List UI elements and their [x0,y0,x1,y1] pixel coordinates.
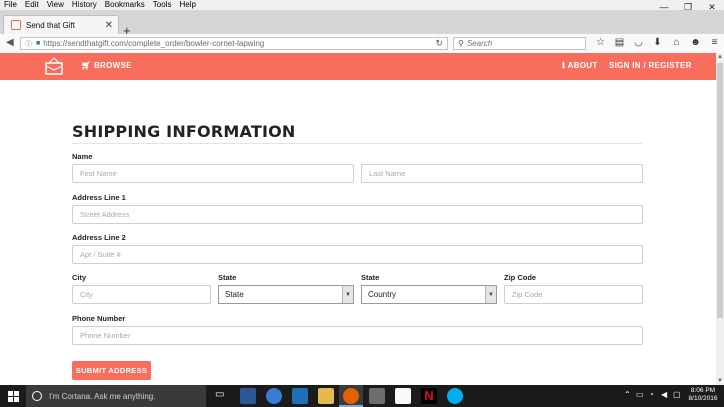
menu-bookmarks[interactable]: Bookmarks [101,0,149,10]
tab-title: Send that Gift [26,20,75,30]
site-favicon-icon [11,20,21,30]
menu-view[interactable]: View [43,0,68,10]
tab-strip: Send that Gift ✕ + [0,10,724,38]
word-app-icon[interactable] [240,388,256,404]
page-scrollbar[interactable]: ▲ ▼ [716,53,724,385]
lock-icon: ■ [36,40,41,47]
tab-send-that-gift[interactable]: Send that Gift ✕ [3,15,119,34]
volume-icon[interactable]: ◀ [661,390,667,399]
about-link[interactable]: ℹ ABOUT [562,61,598,70]
windows-logo-icon [7,390,19,402]
menu-tools[interactable]: Tools [149,0,176,10]
scrollbar-thumb[interactable] [717,63,723,318]
gift-logo-icon[interactable] [44,57,64,75]
state-select[interactable]: State ▼ [218,285,354,304]
address-line-1-input[interactable] [72,205,643,224]
clock-date: 8/10/2016 [688,395,718,402]
signin-register-link[interactable]: SIGN IN / REGISTER [609,61,692,70]
last-name-input[interactable] [361,164,643,183]
taskbar-clock[interactable]: 8:06 PM 8/10/2016 [688,387,718,403]
about-label: ABOUT [567,61,598,70]
state-label: State [218,273,237,282]
browse-link[interactable]: 🛒︎ BROWSE [81,61,132,70]
wifi-icon[interactable]: ◔ [649,390,654,399]
phone-number-input[interactable] [72,326,643,345]
scroll-down-arrow-icon[interactable]: ▼ [716,378,724,384]
address-line-2-input[interactable] [72,245,643,264]
notifications-icon[interactable]: ▢ [673,390,681,399]
chevron-down-icon[interactable]: ▼ [342,286,353,303]
browser-search-bar[interactable]: ⚲ [453,37,586,50]
file-explorer-icon[interactable] [318,388,334,404]
mail-app-icon[interactable] [395,388,411,404]
app-icon[interactable] [266,388,282,404]
address-line-1-label: Address Line 1 [72,193,126,202]
windows-taskbar: I'm Cortana. Ask me anything. ▭ N ⌃ ▭ ◔ … [0,385,724,407]
url-text[interactable]: https://sendthatgift.com/complete_order/… [43,39,435,48]
address-line-2-label: Address Line 2 [72,233,126,242]
scroll-up-arrow-icon[interactable]: ▲ [716,54,724,60]
cart-icon: 🛒︎ [81,61,94,70]
submit-address-button[interactable]: SUBMIT ADDRESS [72,361,151,380]
outlook-app-icon[interactable] [292,388,308,404]
name-label: Name [72,152,93,161]
task-view-icon[interactable]: ▭ [215,389,224,400]
site-info-icon[interactable]: ⓘ [25,39,32,49]
menu-file[interactable]: File [0,0,21,10]
site-header: 🛒︎ BROWSE ℹ ABOUT SIGN IN / REGISTER [0,53,716,80]
home-icon[interactable]: ⌂ [667,37,686,49]
reload-icon[interactable]: ↻ [435,38,443,49]
back-arrow-icon[interactable]: ◀ [6,37,14,49]
clock-time: 8:06 PM [690,387,716,394]
tab-close-icon[interactable]: ✕ [105,20,113,31]
country-label: State [361,273,380,282]
country-select[interactable]: Country ▼ [361,285,497,304]
browser-search-input[interactable] [466,39,567,48]
downloads-icon[interactable]: ⬇ [648,37,667,49]
zip-code-input[interactable] [504,285,643,304]
heading-divider [72,143,642,144]
tray-device-icon[interactable]: ▭ [636,390,644,399]
hamburger-menu-icon[interactable]: ≡ [705,37,724,49]
media-app-icon[interactable] [369,388,385,404]
chevron-down-icon[interactable]: ▼ [485,286,496,303]
phone-number-label: Phone Number [72,314,126,323]
firefox-icon[interactable] [343,388,359,404]
first-name-input[interactable] [72,164,354,183]
search-icon: ⚲ [458,39,464,48]
menu-help[interactable]: Help [175,0,199,10]
tray-overflow-icon[interactable]: ⌃ [624,390,631,399]
state-select-value: State [225,290,244,299]
url-bar[interactable]: ⓘ ■ https://sendthatgift.com/complete_or… [20,37,448,50]
netflix-app-icon[interactable]: N [421,388,437,404]
city-input[interactable] [72,285,211,304]
page-title: SHIPPING INFORMATION [72,122,296,141]
account-icon[interactable]: ☻ [686,37,705,49]
navigation-toolbar: ◀ ⓘ ■ https://sendthatgift.com/complete_… [0,34,724,54]
cortana-search-box[interactable]: I'm Cortana. Ask me anything. [26,385,206,407]
browser-menu-bar: File Edit View History Bookmarks Tools H… [0,0,724,10]
menu-edit[interactable]: Edit [21,0,43,10]
cortana-icon [32,391,42,401]
zip-code-label: Zip Code [504,273,537,282]
reading-list-icon[interactable]: ▤ [610,37,629,49]
start-button[interactable] [0,385,26,407]
country-select-value: Country [368,290,397,299]
browse-label: BROWSE [93,61,132,70]
bookmark-star-icon[interactable]: ☆ [591,37,610,49]
city-label: City [72,273,87,282]
cortana-prompt: I'm Cortana. Ask me anything. [49,391,156,401]
toolbar-icons: ☆ ▤ ◡ ⬇ ⌂ ☻ ≡ [591,37,724,49]
pocket-icon[interactable]: ◡ [629,37,648,49]
menu-history[interactable]: History [68,0,101,10]
skype-app-icon[interactable] [447,388,463,404]
